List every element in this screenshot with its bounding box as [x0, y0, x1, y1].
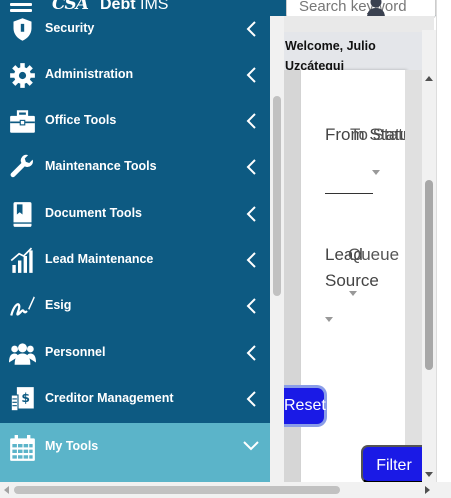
- my-tools-submenu: [0, 473, 271, 482]
- svg-text:$: $: [21, 391, 30, 405]
- bar-chart-icon: [10, 247, 33, 273]
- welcome-line: Welcome, Julio: [285, 39, 376, 53]
- sidebar-item-creditor-management[interactable]: $ Creditor Management: [0, 376, 271, 422]
- filter-button[interactable]: Filter: [361, 445, 427, 483]
- hamburger-menu-icon[interactable]: [10, 0, 32, 13]
- chevron-down-icon: [243, 441, 259, 451]
- chevron-left-icon: [246, 252, 256, 268]
- window-right-edge: [436, 0, 451, 498]
- sidebar-item-label: Office Tools: [45, 113, 117, 127]
- chevron-left-icon: [246, 298, 256, 314]
- search-input[interactable]: [287, 0, 435, 17]
- sidebar-item-esig[interactable]: Esig: [0, 283, 271, 329]
- app-logo: CSA Debt IMS: [52, 0, 168, 14]
- scroll-right-arrow-icon[interactable]: [425, 486, 430, 494]
- sidebar-item-personnel[interactable]: Personnel: [0, 330, 271, 376]
- sidebar-item-document-tools[interactable]: Document Tools: [0, 191, 271, 237]
- group-icon: [9, 343, 36, 365]
- chevron-left-icon: [246, 113, 256, 129]
- to-status-label: To Status: [350, 125, 405, 144]
- sidebar-item-my-tools[interactable]: My Tools: [0, 423, 271, 473]
- scroll-up-arrow-icon[interactable]: [425, 76, 433, 81]
- gear-icon: [10, 63, 35, 88]
- sidebar-item-label: My Tools: [45, 439, 99, 453]
- chevron-left-icon: [246, 206, 256, 222]
- app-name-bold: Debt: [100, 0, 136, 13]
- reset-button[interactable]: Reset: [284, 385, 327, 427]
- sidebar-item-security[interactable]: Security: [0, 16, 271, 52]
- horizontal-scrollbar-thumb[interactable]: [14, 486, 340, 494]
- main-scrollbar-thumb[interactable]: [425, 180, 433, 370]
- sidebar-scrollbar[interactable]: [270, 16, 284, 482]
- calendar-icon: [10, 435, 35, 461]
- sidebar-item-label: Administration: [45, 67, 134, 81]
- lead-source-label-line2: Source: [325, 271, 379, 290]
- sidebar-item-label: Maintenance Tools: [45, 159, 157, 173]
- sidebar-scrollbar-thumb[interactable]: [273, 96, 281, 296]
- briefcase-icon: [10, 110, 35, 133]
- sidebar-item-label: Personnel: [45, 345, 106, 359]
- wrench-icon: [10, 154, 33, 178]
- queue-label: Queue: [348, 245, 400, 264]
- chevron-left-icon: [246, 391, 256, 407]
- sidebar-item-maintenance-tools[interactable]: Maintenance Tools: [0, 144, 271, 190]
- sidebar-item-label: Security: [45, 21, 95, 35]
- sidebar-item-label: Esig: [45, 298, 72, 312]
- lead-source-dropdown-arrow-icon[interactable]: [325, 317, 333, 322]
- sidebar-item-label: Creditor Management: [45, 391, 174, 405]
- sidebar-item-label: Lead Maintenance: [45, 252, 154, 266]
- main-vertical-scrollbar[interactable]: [422, 30, 436, 482]
- sidebar-item-office-tools[interactable]: Office Tools: [0, 98, 271, 144]
- app-name-rest: IMS: [135, 0, 169, 13]
- queue-dropdown-arrow-icon[interactable]: [349, 291, 357, 296]
- sidebar-item-lead-maintenance[interactable]: Lead Maintenance: [0, 237, 271, 283]
- chevron-left-icon: [246, 67, 256, 83]
- chevron-left-icon: [246, 21, 256, 37]
- logo-mark: CSA: [52, 0, 89, 14]
- horizontal-scrollbar[interactable]: [0, 482, 451, 498]
- sidebar-item-administration[interactable]: Administration: [0, 52, 271, 98]
- book-icon: [13, 202, 32, 227]
- from-status-select[interactable]: [325, 193, 373, 194]
- shield-icon: [13, 18, 32, 41]
- chevron-left-icon: [246, 345, 256, 361]
- scroll-down-arrow-icon[interactable]: [425, 472, 433, 477]
- main-content: Welcome, Julio Uzcátegui From Status To …: [284, 16, 434, 482]
- money-document-icon: $: [10, 387, 34, 412]
- chevron-left-icon: [246, 159, 256, 175]
- to-status-dropdown-arrow-icon[interactable]: [372, 170, 380, 175]
- signature-icon: [10, 296, 35, 316]
- scroll-left-arrow-icon[interactable]: [4, 486, 9, 494]
- sidebar-item-label: Document Tools: [45, 206, 142, 220]
- sidebar-nav: Security Administration Office Tools Mai…: [0, 16, 271, 482]
